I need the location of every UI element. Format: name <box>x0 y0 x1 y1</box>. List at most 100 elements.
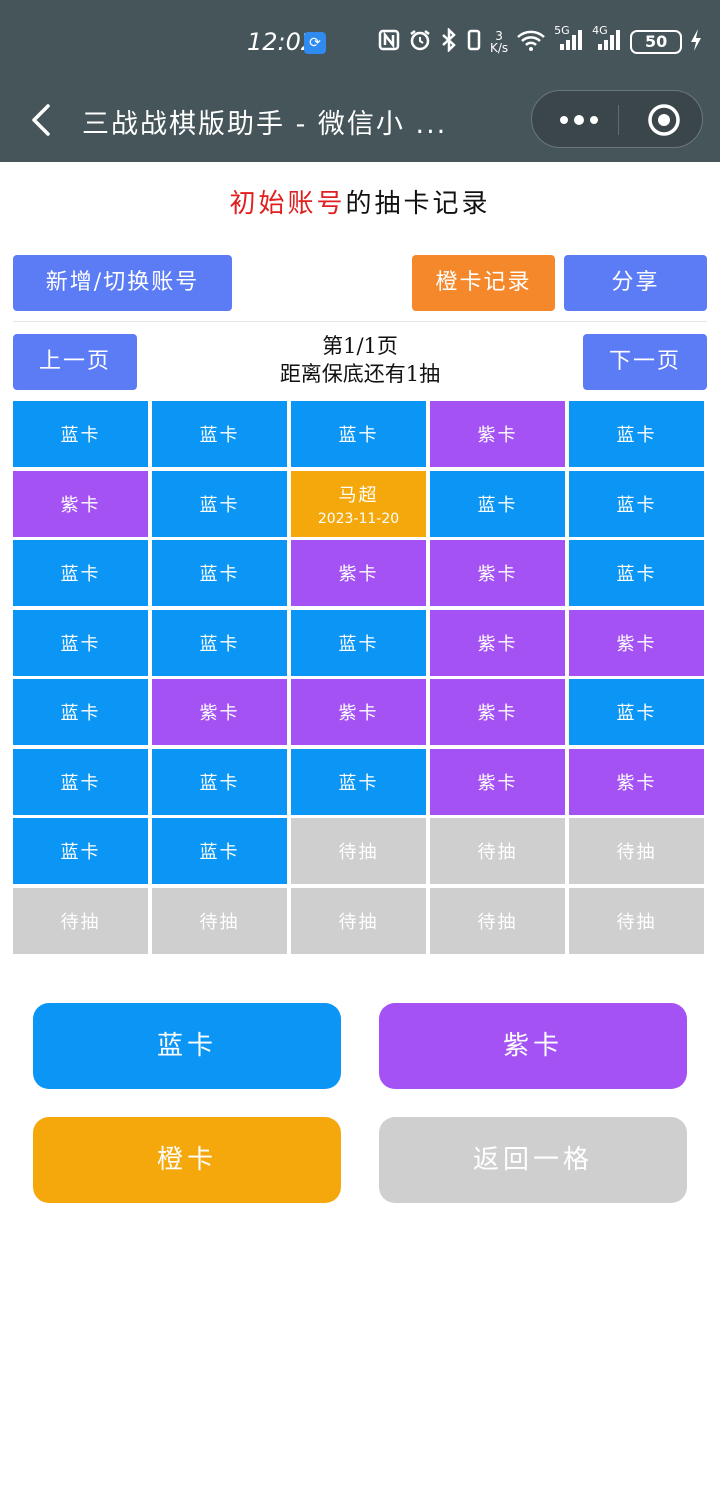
grid-cell: 紫卡 <box>430 748 565 815</box>
grid-cell-label: 蓝卡 <box>616 494 657 516</box>
next-page-button[interactable]: 下一页 <box>583 334 707 390</box>
pity-counter: 距离保底还有1抽 <box>279 362 441 386</box>
capsule-divider <box>618 105 619 135</box>
grid-cell: 紫卡 <box>430 540 565 606</box>
grid-cell-label: 紫卡 <box>477 564 518 585</box>
grid-cell-label: 蓝卡 <box>338 425 379 446</box>
status-icons: 3 K/s 5G 4G 50 <box>378 24 702 58</box>
grid-cell-label: 蓝卡 <box>199 564 240 585</box>
grid-cell: 紫卡 <box>569 609 704 676</box>
grid-cell-label: 蓝卡 <box>60 633 101 655</box>
battery-indicator: 50 <box>630 30 683 54</box>
grid-cell-label: 蓝卡 <box>199 494 240 516</box>
grid-cell: 蓝卡 <box>152 540 287 606</box>
grid-cell-label: 蓝卡 <box>477 494 518 516</box>
grid-cell-label: 待抽 <box>338 911 379 933</box>
grid-cell-label: 待抽 <box>616 842 657 863</box>
grid-cell: 蓝卡 <box>152 609 287 676</box>
grid-cell: 蓝卡 <box>13 818 148 884</box>
grid-cell: 紫卡 <box>430 401 565 467</box>
grid-cell-label: 蓝卡 <box>616 703 657 724</box>
grid-cell-label: 紫卡 <box>338 564 379 585</box>
grid-cell-label: 蓝卡 <box>199 772 240 794</box>
share-button[interactable]: 分享 <box>564 255 707 311</box>
nfc-icon <box>378 29 400 56</box>
grid-cell: 蓝卡 <box>569 470 704 537</box>
grid-cell: 待抽 <box>152 887 287 954</box>
vibrate-icon <box>466 28 482 57</box>
grid-cell-label: 蓝卡 <box>616 425 657 446</box>
account-name: 初始账号 <box>229 189 346 219</box>
grid-cell: 蓝卡 <box>569 540 704 606</box>
grid-cell-date: 2023-11-20 <box>317 510 400 527</box>
grid-cell-label: 待抽 <box>616 911 657 933</box>
grid-cell-label: 紫卡 <box>477 703 518 724</box>
grid-cell: 紫卡 <box>152 679 287 745</box>
grid-cell-label: 紫卡 <box>338 703 379 724</box>
grid-cell: 紫卡 <box>430 609 565 676</box>
grid-cell-label: 待抽 <box>199 911 240 933</box>
grid-cell-label: 紫卡 <box>60 494 101 516</box>
add-purple-card-button[interactable]: 紫卡 <box>379 1003 687 1089</box>
page-number: 第1/1页 <box>322 334 398 358</box>
grid-cell-label: 待抽 <box>338 842 379 863</box>
undo-button[interactable]: 返回一格 <box>379 1117 687 1203</box>
grid-cell: 马超 2023-11-20 <box>291 470 426 537</box>
grid-cell: 蓝卡 <box>430 470 565 537</box>
more-dots-icon[interactable] <box>554 103 604 137</box>
grid-cell: 待抽 <box>569 818 704 884</box>
grid-cell: 蓝卡 <box>152 818 287 884</box>
grid-cell-label: 紫卡 <box>616 772 657 794</box>
switch-account-button[interactable]: 新增/切换账号 <box>13 255 232 311</box>
draw-record-grid: 蓝卡 蓝卡 蓝卡 紫卡 蓝卡 紫卡 蓝卡 马超 2023-11-20 蓝卡 蓝卡 蓝卡 蓝卡 紫卡 紫卡 蓝卡… <box>13 401 708 954</box>
signal-icon: 4G <box>592 24 622 57</box>
grid-cell: 蓝卡 <box>291 401 426 467</box>
grid-cell-label: 紫卡 <box>616 633 657 655</box>
add-blue-card-button[interactable]: 蓝卡 <box>33 1003 341 1089</box>
add-orange-card-button[interactable]: 橙卡 <box>33 1117 341 1203</box>
grid-cell-label: 待抽 <box>477 842 518 863</box>
grid-cell-label: 蓝卡 <box>60 564 101 585</box>
grid-cell: 蓝卡 <box>13 679 148 745</box>
grid-cell: 蓝卡 <box>13 748 148 815</box>
grid-cell: 蓝卡 <box>13 540 148 606</box>
grid-cell: 蓝卡 <box>152 401 287 467</box>
grid-cell-label: 紫卡 <box>477 772 518 794</box>
grid-cell-label: 紫卡 <box>477 633 518 655</box>
grid-cell-label: 待抽 <box>477 911 518 933</box>
grid-cell: 紫卡 <box>291 679 426 745</box>
target-circle-icon[interactable] <box>646 102 682 138</box>
grid-cell-label: 蓝卡 <box>60 703 101 724</box>
signal-icon: 5G <box>554 24 584 57</box>
sync-icon: ⟳ <box>304 32 326 54</box>
grid-cell-label: 紫卡 <box>199 703 240 724</box>
grid-cell: 待抽 <box>291 818 426 884</box>
grid-cell-label: 蓝卡 <box>60 425 101 446</box>
prev-page-button[interactable]: 上一页 <box>13 334 137 390</box>
page-title: 初始账号的抽卡记录 <box>0 183 720 220</box>
grid-cell-label: 蓝卡 <box>199 842 240 863</box>
grid-cell-label: 蓝卡 <box>338 633 379 655</box>
grid-cell-label: 待抽 <box>60 911 101 933</box>
wifi-icon <box>516 28 546 57</box>
status-bar: 12:02 ⟳ 3 K/s 5G 4G 50 <box>0 0 720 82</box>
charging-icon <box>690 28 702 57</box>
page-info: 第1/1页 距离保底还有1抽 <box>180 332 540 388</box>
grid-cell-label: 蓝卡 <box>338 772 379 794</box>
grid-cell: 待抽 <box>430 818 565 884</box>
grid-cell: 紫卡 <box>291 540 426 606</box>
grid-cell: 蓝卡 <box>291 748 426 815</box>
grid-cell-label: 蓝卡 <box>616 564 657 585</box>
grid-cell-label: 蓝卡 <box>60 842 101 863</box>
grid-cell-label: 马超 <box>338 484 379 506</box>
grid-cell-label: 蓝卡 <box>199 633 240 655</box>
grid-cell: 蓝卡 <box>291 609 426 676</box>
bluetooth-icon <box>440 26 458 57</box>
grid-cell: 蓝卡 <box>13 609 148 676</box>
grid-cell: 紫卡 <box>430 679 565 745</box>
grid-cell-label: 蓝卡 <box>60 772 101 794</box>
chevron-left-icon[interactable] <box>26 100 56 140</box>
grid-cell: 待抽 <box>430 887 565 954</box>
page-title-suffix: 的抽卡记录 <box>345 189 491 219</box>
orange-records-button[interactable]: 橙卡记录 <box>412 255 555 311</box>
